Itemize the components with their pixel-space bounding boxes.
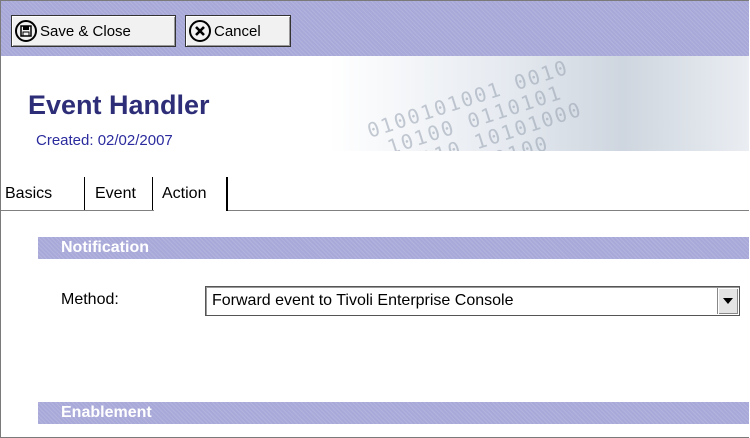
method-select-value: Forward event to Tivoli Enterprise Conso… (212, 292, 514, 309)
tab-label: Action (162, 185, 207, 202)
chevron-down-icon[interactable] (717, 288, 738, 314)
tab-underline (1, 210, 749, 211)
tab-event[interactable]: Event (86, 177, 153, 210)
cancel-button[interactable]: Cancel (185, 15, 291, 47)
method-label: Method: (61, 291, 119, 308)
save-close-button[interactable]: Save & Close (11, 15, 176, 47)
tab-basics[interactable]: Basics (1, 177, 85, 210)
tab-label: Basics (5, 184, 53, 202)
method-select[interactable]: Forward event to Tivoli Enterprise Conso… (205, 286, 740, 316)
tab-action[interactable]: Action (154, 177, 228, 211)
x-circle-icon (189, 20, 211, 42)
enablement-section-header: Enablement (38, 402, 749, 424)
cancel-label: Cancel (214, 22, 261, 40)
notification-section-header: Notification (38, 237, 749, 259)
toolbar: Save & Close Cancel (1, 1, 749, 56)
created-date: Created: 02/02/2007 (36, 132, 173, 149)
page-title: Event Handler (28, 90, 210, 120)
floppy-disk-icon (15, 20, 37, 42)
tab-label: Event (95, 184, 136, 202)
save-close-label: Save & Close (40, 22, 131, 40)
header-banner: 0100101001 0010 10100 0110101 0010 10101… (1, 56, 749, 151)
app-window: Save & Close Cancel 0100101001 0010 1010… (0, 0, 749, 438)
